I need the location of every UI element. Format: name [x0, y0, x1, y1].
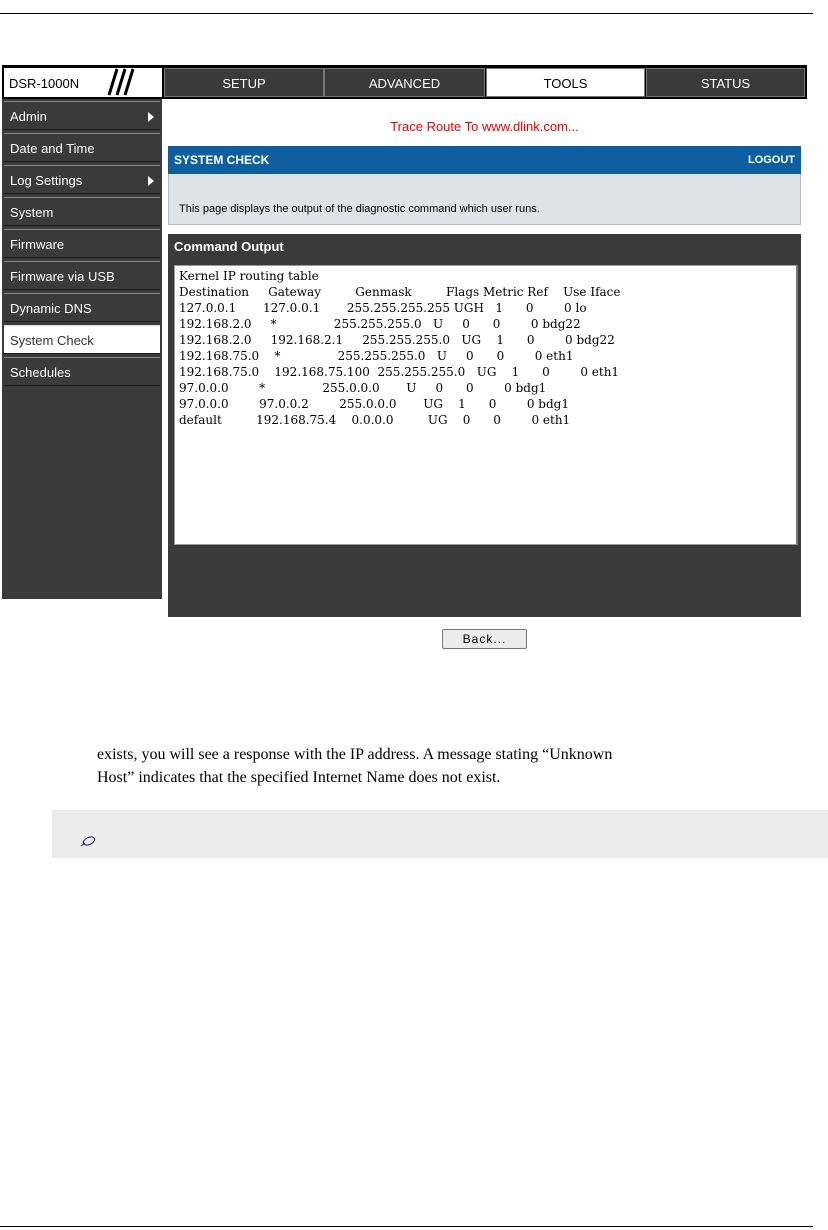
document-line: Host” indicates that the specified Inter… — [97, 769, 501, 786]
sidebar-item-dynamic-dns[interactable]: Dynamic DNS — [4, 293, 160, 322]
trace-route-message: Trace Route To www.dlink.com... — [390, 119, 579, 134]
tab-status[interactable]: STATUS — [646, 68, 805, 97]
sidebar-item-firmware-via-usb[interactable]: Firmware via USB — [4, 261, 160, 290]
sidebar-item-label: Log Settings — [10, 173, 83, 188]
sidebar-item-schedules[interactable]: Schedules — [4, 357, 160, 386]
sidebar-item-date-and-time[interactable]: Date and Time — [4, 133, 160, 162]
page-bottom-rule — [0, 1226, 813, 1227]
command-output-panel: Kernel IP routing table Destination Gate… — [168, 259, 801, 617]
system-check-description: This page displays the output of the dia… — [168, 174, 801, 225]
document-paragraph: exists, you will see a response with the… — [97, 743, 808, 789]
chevron-right-icon — [148, 112, 154, 122]
router-admin-screenshot: DSR-1000N SETUP ADVANCED TOOLS STATUS Ad… — [2, 65, 807, 649]
document-line: exists, you will see a response with the… — [97, 746, 613, 763]
sidebar-item-firmware[interactable]: Firmware — [4, 229, 160, 258]
tab-setup[interactable]: SETUP — [164, 68, 324, 97]
system-check-header: SYSTEM CHECK LOGOUT — [168, 146, 801, 174]
command-output-textarea[interactable]: Kernel IP routing table Destination Gate… — [174, 265, 798, 545]
sidebar-item-label: Date and Time — [10, 141, 95, 156]
sidebar-item-label: Firmware — [10, 237, 65, 252]
logout-link[interactable]: LOGOUT — [748, 146, 795, 174]
note-box — [52, 810, 828, 858]
sidebar: Admin Date and Time Log Settings System … — [2, 99, 162, 599]
sidebar-item-system-check[interactable]: System Check — [4, 325, 160, 354]
sidebar-item-label: System Check — [10, 333, 94, 348]
main-content: Trace Route To www.dlink.com... SYSTEM C… — [162, 99, 807, 649]
sidebar-item-label: Firmware via USB — [10, 269, 115, 284]
sidebar-item-label: Admin — [10, 109, 47, 124]
brand-logo: DSR-1000N — [4, 68, 162, 97]
sidebar-item-log-settings[interactable]: Log Settings — [4, 165, 160, 194]
sidebar-item-label: System — [10, 205, 54, 220]
page-top-rule — [0, 13, 813, 14]
tab-advanced[interactable]: ADVANCED — [324, 68, 485, 97]
back-button[interactable]: Back... — [442, 629, 527, 649]
slash-logo-icon — [107, 68, 135, 96]
pencil-note-icon — [80, 836, 96, 847]
tab-tools[interactable]: TOOLS — [486, 68, 645, 97]
sidebar-item-admin[interactable]: Admin — [4, 101, 160, 130]
top-nav-bar: DSR-1000N SETUP ADVANCED TOOLS STATUS — [2, 65, 807, 99]
page-title: SYSTEM CHECK — [174, 153, 270, 167]
sidebar-item-label: Dynamic DNS — [10, 301, 92, 316]
sidebar-item-system[interactable]: System — [4, 197, 160, 226]
command-output-header: Command Output — [168, 234, 801, 259]
sidebar-item-label: Schedules — [10, 365, 71, 380]
brand-label: DSR-1000N — [9, 76, 80, 91]
chevron-right-icon — [148, 176, 154, 186]
